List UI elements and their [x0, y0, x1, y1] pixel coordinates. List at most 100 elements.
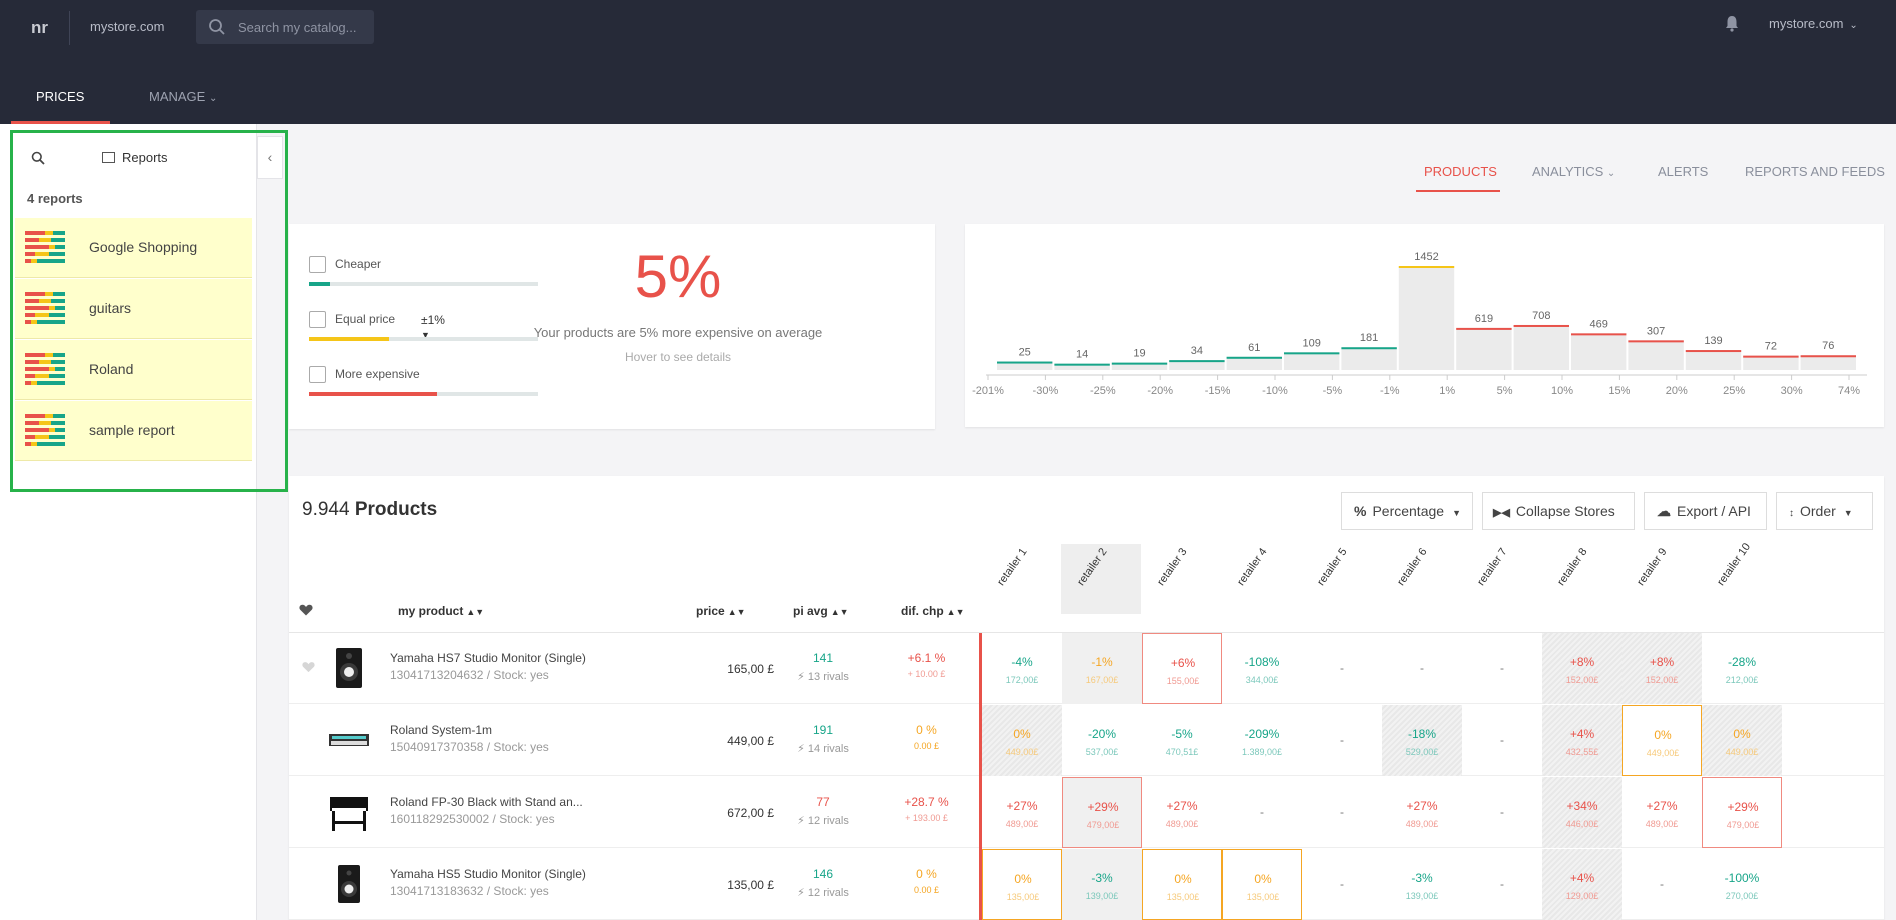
- retailer-price-cell[interactable]: 0% 135,00£: [1222, 849, 1302, 920]
- histogram-bar[interactable]: [1341, 347, 1397, 370]
- retailer-header[interactable]: retailer 3: [1155, 546, 1189, 588]
- retailer-price-cell[interactable]: +27% 489,00£: [1142, 777, 1222, 848]
- histogram-bar[interactable]: [1513, 324, 1569, 370]
- retailer-price-cell[interactable]: -209% 1.389,00£: [1222, 705, 1302, 776]
- retailer-price-cell[interactable]: 0% 135,00£: [1142, 849, 1222, 920]
- column-dif-chp[interactable]: dif. chp ▲▼: [901, 604, 965, 618]
- retailer-price-cell[interactable]: +27% 489,00£: [1382, 777, 1462, 848]
- account-menu[interactable]: mystore.com ⌄: [1769, 16, 1858, 31]
- histogram-bar[interactable]: [1743, 355, 1799, 370]
- retailer-price-cell[interactable]: -: [1462, 633, 1542, 704]
- equal-price-checkbox[interactable]: [309, 311, 326, 328]
- retailer-price-cell[interactable]: -108% 344,00£: [1222, 633, 1302, 704]
- product-image[interactable]: [329, 647, 369, 689]
- retailer-header[interactable]: retailer 8: [1555, 546, 1589, 588]
- histogram-bar[interactable]: [1284, 352, 1340, 370]
- nav-manage[interactable]: MANAGE ⌄: [149, 89, 217, 104]
- app-logo[interactable]: nr: [31, 18, 48, 38]
- report-item[interactable]: guitars: [15, 279, 252, 339]
- tab-reports-and-feeds[interactable]: REPORTS AND FEEDS: [1745, 164, 1885, 179]
- retailer-price-cell[interactable]: +29% 479,00£: [1062, 777, 1142, 848]
- retailer-header[interactable]: retailer 5: [1315, 546, 1349, 588]
- search-icon[interactable]: [31, 151, 45, 165]
- retailer-price-cell[interactable]: -: [1462, 705, 1542, 776]
- price-distribution-histogram[interactable]: 25 14 19 34 61 109 181 1452 619 708 469 307 139 72 76 -…: [965, 224, 1884, 427]
- histogram-bar[interactable]: [1628, 340, 1684, 370]
- retailer-price-cell[interactable]: -3% 139,00£: [1062, 849, 1142, 920]
- histogram-bar[interactable]: [1398, 266, 1455, 370]
- histogram-bar[interactable]: [1685, 350, 1742, 370]
- search-input[interactable]: [238, 16, 366, 38]
- retailer-price-cell[interactable]: -3% 139,00£: [1382, 849, 1462, 920]
- table-row[interactable]: Roland FP-30 Black with Stand an... 16011…: [289, 777, 1884, 848]
- retailer-header[interactable]: retailer 9: [1635, 546, 1669, 588]
- report-item[interactable]: Google Shopping: [15, 218, 252, 278]
- retailer-price-cell[interactable]: +6% 155,00£: [1142, 633, 1222, 704]
- product-name[interactable]: Roland FP-30 Black with Stand an...: [390, 795, 583, 809]
- histogram-bar[interactable]: [1800, 355, 1856, 370]
- retailer-price-cell[interactable]: 0% 449,00£: [982, 705, 1062, 776]
- product-name[interactable]: Yamaha HS5 Studio Monitor (Single): [390, 867, 586, 881]
- heart-icon[interactable]: [302, 661, 315, 673]
- product-name[interactable]: Roland System-1m: [390, 723, 492, 737]
- more-expensive-checkbox[interactable]: [309, 366, 326, 383]
- tab-analytics[interactable]: ANALYTICS ⌄: [1532, 164, 1615, 179]
- retailer-header[interactable]: retailer 6: [1395, 546, 1429, 588]
- histogram-bar[interactable]: [1571, 333, 1627, 370]
- retailer-price-cell[interactable]: -5% 470,51£: [1142, 705, 1222, 776]
- retailer-price-cell[interactable]: 0% 449,00£: [1702, 705, 1782, 776]
- retailer-price-cell[interactable]: +4% 129,00£: [1542, 849, 1622, 920]
- retailer-price-cell[interactable]: -: [1222, 777, 1302, 848]
- histogram-bar[interactable]: [1456, 327, 1512, 370]
- retailer-price-cell[interactable]: +27% 489,00£: [1622, 777, 1702, 848]
- table-row[interactable]: Yamaha HS7 Studio Monitor (Single) 130417…: [289, 633, 1884, 704]
- cheaper-checkbox[interactable]: [309, 256, 326, 273]
- tab-alerts[interactable]: ALERTS: [1658, 164, 1708, 179]
- retailer-price-cell[interactable]: -28% 212,00£: [1702, 633, 1782, 704]
- tab-products[interactable]: PRODUCTS: [1424, 164, 1497, 179]
- product-image[interactable]: [329, 719, 369, 761]
- report-item[interactable]: Roland: [15, 340, 252, 400]
- retailer-price-cell[interactable]: +4% 432,55£: [1542, 705, 1622, 776]
- heart-icon[interactable]: [299, 604, 313, 616]
- sidebar-title[interactable]: Reports: [122, 150, 168, 165]
- product-name[interactable]: Yamaha HS7 Studio Monitor (Single): [390, 651, 586, 665]
- retailer-price-cell[interactable]: +8% 152,00£: [1622, 633, 1702, 704]
- retailer-price-cell[interactable]: -100% 270,00£: [1702, 849, 1782, 920]
- store-link[interactable]: mystore.com: [90, 19, 164, 34]
- retailer-price-cell[interactable]: 0% 135,00£: [982, 849, 1062, 920]
- retailer-price-cell[interactable]: -20% 537,00£: [1062, 705, 1142, 776]
- sidebar-collapse-button[interactable]: ‹: [257, 136, 283, 179]
- retailer-price-cell[interactable]: -: [1622, 849, 1702, 920]
- order-dropdown[interactable]: ↕ Order ▼: [1776, 492, 1873, 530]
- product-image[interactable]: [329, 863, 369, 905]
- percentage-dropdown[interactable]: % Percentage ▼: [1341, 492, 1473, 530]
- export-api-button[interactable]: ☁ Export / API: [1644, 492, 1767, 530]
- retailer-price-cell[interactable]: -18% 529,00£: [1382, 705, 1462, 776]
- product-image[interactable]: [329, 791, 369, 833]
- retailer-price-cell[interactable]: +34% 446,00£: [1542, 777, 1622, 848]
- nav-prices[interactable]: PRICES: [36, 89, 84, 104]
- retailer-price-cell[interactable]: -1% 167,00£: [1062, 633, 1142, 704]
- retailer-price-cell[interactable]: -: [1462, 777, 1542, 848]
- retailer-header[interactable]: retailer 1: [995, 546, 1029, 588]
- retailer-price-cell[interactable]: -: [1302, 849, 1382, 920]
- table-row[interactable]: Yamaha HS5 Studio Monitor (Single) 130417…: [289, 849, 1884, 920]
- retailer-price-cell[interactable]: +8% 152,00£: [1542, 633, 1622, 704]
- column-price[interactable]: price ▲▼: [696, 604, 746, 618]
- collapse-stores-button[interactable]: ▶◀ Collapse Stores: [1482, 492, 1635, 530]
- retailer-price-cell[interactable]: -: [1302, 633, 1382, 704]
- retailer-header[interactable]: retailer 10: [1715, 541, 1753, 588]
- retailer-price-cell[interactable]: -: [1462, 849, 1542, 920]
- retailer-price-cell[interactable]: -4% 172,00£: [982, 633, 1062, 704]
- retailer-price-cell[interactable]: -: [1302, 777, 1382, 848]
- report-item[interactable]: sample report: [15, 401, 252, 461]
- retailer-price-cell[interactable]: -: [1382, 633, 1462, 704]
- column-pi-avg[interactable]: pi avg ▲▼: [793, 604, 849, 618]
- table-row[interactable]: Roland System-1m 15040917370358 / Stock: …: [289, 705, 1884, 776]
- retailer-price-cell[interactable]: +29% 479,00£: [1702, 777, 1782, 848]
- retailer-price-cell[interactable]: -: [1302, 705, 1382, 776]
- retailer-price-cell[interactable]: +27% 489,00£: [982, 777, 1062, 848]
- retailer-header[interactable]: retailer 7: [1475, 546, 1509, 588]
- retailer-price-cell[interactable]: 0% 449,00£: [1622, 705, 1702, 776]
